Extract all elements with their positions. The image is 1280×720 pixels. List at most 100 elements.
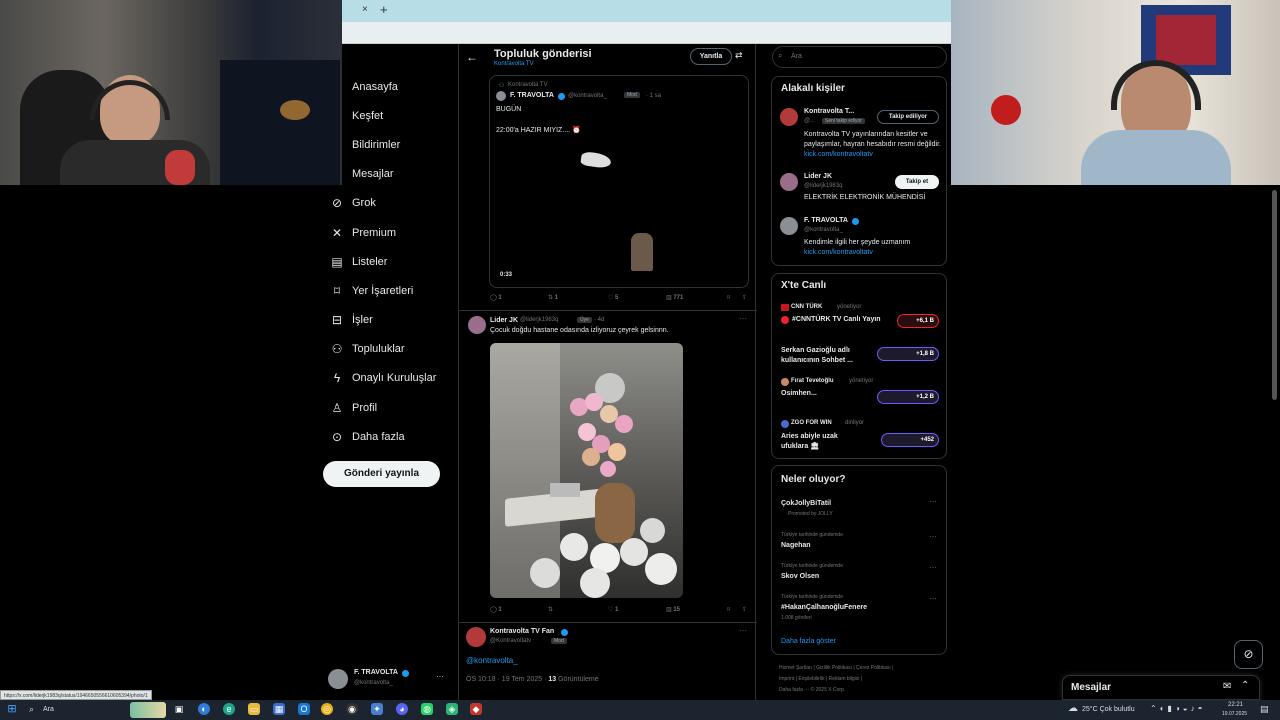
trend-item[interactable]: ÇokJollyBiTatil Promoted by JOLLY ··· [772,496,948,522]
nav-item-explore[interactable]: Keşfet [322,101,462,130]
sliders-icon[interactable]: ⇄ [735,50,743,61]
account-switcher[interactable]: F. TRAVOLTA @kontravolta_ ··· [328,665,453,693]
nav-item-verified-orgs[interactable]: ϟ Onaylı Kuruluşlar [322,364,462,393]
post-button[interactable]: Gönderi yayınla [323,461,440,487]
repost-icon[interactable]: ⇅ 1 [548,294,558,301]
tray-icons[interactable]: ⌃◐▮◑◒♪◓ [1150,704,1205,713]
expand-icon[interactable]: ⌃ [1241,680,1249,691]
listener-count: +1,2 B [877,390,939,404]
nav-item-more[interactable]: ⊙ Daha fazla [322,422,462,451]
more-icon[interactable]: ··· [436,672,444,681]
task-view-icon[interactable]: ▣ [173,703,185,715]
sidebar-nav: Anasayfa Keşfet Bildirimler Mesajlar ⊘ Gr… [322,72,462,451]
avatar [466,627,486,647]
discord-icon[interactable]: ◕ [396,703,408,715]
obs-icon[interactable]: ◉ [346,703,358,715]
related-person[interactable]: F. TRAVOLTA @kontravolta_ Kendimle ilgil… [772,215,948,261]
outlook-icon[interactable]: O [298,703,310,715]
show-more-link[interactable]: Daha fazla göster [781,638,836,645]
like-icon[interactable]: ♡ 1 [608,606,618,613]
nav-item-messages[interactable]: Mesajlar [322,160,462,189]
nav-item-jobs[interactable]: ⊟ İşler [322,306,462,335]
quoted-post[interactable]: ⚇ Kontravolta TV F. TRAVOLTA @kontravolt… [489,75,749,288]
more-icon[interactable]: ··· [929,532,937,541]
more-icon[interactable]: ··· [739,314,747,323]
more-icon[interactable]: ··· [739,626,747,635]
edge-icon[interactable]: e [223,703,235,715]
repost-icon[interactable]: ⇅ [548,606,553,613]
trends-panel: Neler oluyor? ÇokJollyBiTatil Promoted b… [771,465,947,655]
tab-close-icon[interactable]: × [362,4,368,15]
cnn-logo-icon [781,304,789,311]
webcam-left [0,0,342,185]
nav-item-home[interactable]: Anasayfa [322,72,462,101]
share-icon[interactable]: ⇪ [742,606,747,613]
live-item[interactable]: Serkan Gazioğlu adlı kullanıcının Sohbet… [772,344,948,374]
video-player[interactable]: 0:33 [496,138,746,283]
trend-item[interactable]: Türkiye tarihinde gündemde Skov Olsen ··… [772,562,948,586]
app-icon[interactable]: ◈ [446,703,458,715]
taskbar-search[interactable]: Ara [43,706,54,713]
more-icon[interactable]: ··· [929,497,937,506]
app-icon[interactable]: ◐ [198,703,210,715]
reply-icon[interactable]: ◯ 1 [490,606,502,613]
whatsapp-icon[interactable]: ◍ [421,703,433,715]
app-icon[interactable]: ◆ [470,703,482,715]
folder-icon[interactable]: ▭ [248,703,260,715]
search-input[interactable]: Ara [772,46,947,68]
share-icon[interactable]: ⇪ [742,294,747,301]
avatar [780,173,798,191]
windows-start-icon[interactable]: ⊞ [6,703,18,715]
views-icon[interactable]: ▥ 15 [666,606,680,613]
weather[interactable]: 25°C Çok bulutlu [1082,706,1135,713]
avatar [468,316,486,334]
nav-item-communities[interactable]: ⚇ Topluluklar [322,335,462,364]
nav-item-bookmarks[interactable]: ⌑ Yer İşaretleri [322,276,462,305]
trend-item[interactable]: Türkiye tarihinde gündemde #HakanÇalhano… [772,593,948,625]
reply-button[interactable]: Yanıtla [690,48,732,65]
trend-item[interactable]: Türkiye tarihinde gündemde Nagehan ··· [772,531,948,555]
back-arrow-icon[interactable]: ← [466,50,478,64]
related-person[interactable]: Kontravolta T... @... Seni takip ediyor … [772,105,948,161]
more-icon[interactable]: ··· [929,563,937,572]
related-person[interactable]: Lider JK @liderjk1983q Takip et ELEKTRİK… [772,171,948,207]
mod-badge: Mod [624,92,640,98]
bookmark-icon[interactable]: ⌑ [727,606,730,613]
main-column: ← Topluluk gönderisi Kontravolta TV Yanı… [458,44,757,700]
new-tab-icon[interactable]: + [380,2,388,17]
scrollbar-thumb[interactable] [1272,190,1277,400]
notification-icon[interactable]: ▤ [1260,704,1269,715]
compose-message-icon[interactable]: ✉ [1223,681,1231,692]
app-icon[interactable]: ✦ [371,703,383,715]
nav-item-premium[interactable]: ✕ Premium [322,218,462,247]
bookmark-icon[interactable]: ⌑ [727,294,730,301]
live-item[interactable]: ZGO FOR WIN dinliyor Aries abiyle uzak u… [772,419,948,455]
follow-button[interactable]: Takip et [895,175,939,189]
live-item[interactable]: Fırat Tevetoğlu yönetiyor Osimhen... +1,… [772,377,948,409]
page-subtitle[interactable]: Kontravolta TV [494,61,534,67]
store-icon[interactable]: ▦ [273,703,285,715]
clock-date[interactable]: 19.07.2025 [1222,711,1247,717]
like-icon[interactable]: ♡ 5 [608,294,618,301]
live-item[interactable]: CNN TÜRK yönetiyor #CNNTÜRK TV Canlı Yay… [772,302,948,334]
nav-item-grok[interactable]: ⊘ Grok [322,189,462,218]
following-button[interactable]: Takip ediliyor [877,110,939,124]
nav-item-lists[interactable]: ▤ Listeler [322,247,462,276]
mention-link[interactable]: @kontravolta_ [466,656,518,665]
video-graphic [580,150,612,170]
nav-item-profile[interactable]: ♙ Profil [322,393,462,422]
more-icon[interactable]: ··· [929,594,937,603]
verified-icon [402,670,409,677]
views-icon[interactable]: ▥ 771 [666,294,683,301]
grok-button[interactable]: ⊘ [1234,640,1263,669]
messages-drawer[interactable]: Mesajlar ✉ ⌃ [1062,675,1260,700]
address-bar[interactable] [342,22,951,44]
clock-time[interactable]: 22:21 [1228,702,1243,708]
taskbar-widget[interactable] [130,702,166,718]
chrome-icon[interactable]: ◎ [321,703,333,715]
nav-item-notifications[interactable]: Bildirimler [322,130,462,159]
post-photo[interactable] [490,343,683,598]
fan-post[interactable]: Kontravolta TV Fan @Kontravoltatv Mod ··… [459,624,757,700]
avatar [781,420,789,428]
reply-icon[interactable]: ◯ 1 [490,294,502,301]
